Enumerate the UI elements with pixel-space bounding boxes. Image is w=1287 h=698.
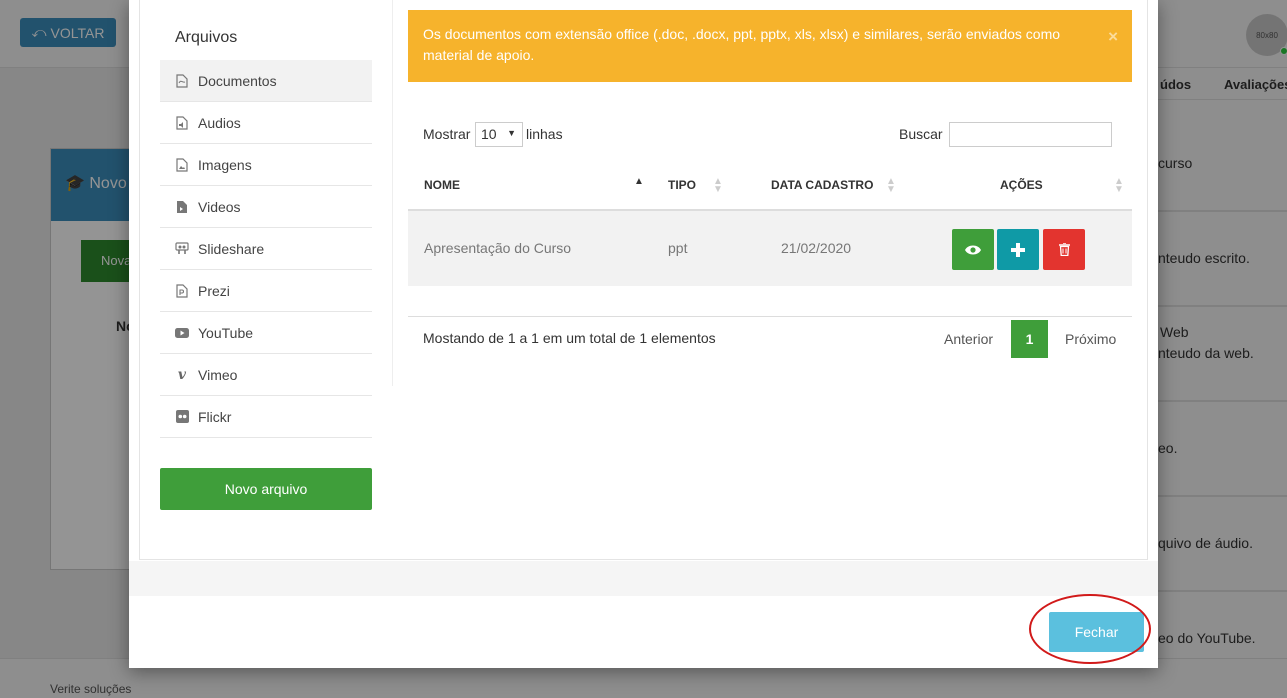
prezi-file-icon	[175, 283, 189, 298]
sidebar-divider	[392, 0, 393, 386]
pdf-file-icon	[175, 73, 189, 88]
sidebar-item-youtube[interactable]: YouTube	[160, 312, 372, 354]
sort-asc-icon[interactable]: ▲	[634, 177, 644, 187]
sidebar-item-label: Vimeo	[198, 366, 238, 383]
sidebar-item-label: YouTube	[198, 324, 254, 341]
warning-alert: Os documentos com extensão office (.doc,…	[408, 10, 1132, 82]
search-input[interactable]	[949, 122, 1112, 147]
sidebar-item-videos[interactable]: Videos	[160, 186, 372, 228]
sidebar-item-imagens[interactable]: Imagens	[160, 144, 372, 186]
flickr-icon	[175, 410, 189, 424]
close-icon[interactable]: ×	[1108, 26, 1118, 47]
sidebar-item-audios[interactable]: Audios	[160, 102, 372, 144]
sidebar-item-label: Imagens	[198, 156, 252, 173]
table-header: NOME ▲ TIPO ▲ ▼ DATA CADASTRO ▲ ▼ AÇÕES ▲ ▼	[408, 166, 1132, 211]
vimeo-icon: v	[177, 366, 187, 383]
sidebar-item-label: Videos	[198, 198, 241, 215]
sidebar-item-label: Flickr	[198, 408, 232, 425]
cell-date: 21/02/2020	[781, 240, 852, 256]
sidebar-title: Arquivos	[175, 29, 238, 46]
show-label: Mostrar	[423, 126, 471, 142]
file-type-list: Documentos Audios Imagens Videos Slidesh…	[160, 60, 372, 438]
delete-button[interactable]	[1043, 229, 1085, 270]
sidebar-item-label: Prezi	[198, 282, 230, 299]
sidebar-item-label: Slideshare	[198, 240, 265, 257]
files-modal: Arquivos Documentos Audios Imagens Video…	[129, 0, 1158, 668]
youtube-icon	[175, 326, 189, 340]
trash-icon	[1058, 243, 1070, 256]
slideshare-icon	[175, 241, 189, 256]
column-header-type[interactable]: TIPO	[668, 178, 696, 192]
sidebar-item-prezi[interactable]: Prezi	[160, 270, 372, 312]
table-footer-divider	[408, 316, 1132, 317]
sidebar-item-label: Documentos	[198, 72, 277, 89]
column-header-name[interactable]: NOME	[424, 178, 460, 192]
cell-name: Apresentação do Curso	[424, 240, 572, 256]
sort-icon[interactable]: ▲ ▼	[713, 177, 723, 195]
rows-label: linhas	[526, 126, 563, 142]
add-button[interactable]	[997, 229, 1039, 270]
rows-per-page-select[interactable]: 10 ▼	[475, 122, 523, 147]
video-file-icon	[175, 200, 189, 214]
eye-icon	[965, 245, 981, 254]
pagination-previous[interactable]: Anterior	[944, 331, 993, 347]
column-header-actions[interactable]: AÇÕES	[1000, 178, 1043, 192]
alert-text: Os documentos com extensão office (.doc,…	[423, 26, 1061, 63]
sidebar-item-flickr[interactable]: Flickr	[160, 396, 372, 438]
new-file-button[interactable]: Novo arquivo	[160, 468, 372, 510]
sort-icon[interactable]: ▲ ▼	[886, 177, 896, 195]
search-label: Buscar	[899, 126, 943, 142]
audio-file-icon	[175, 115, 189, 130]
pagination-page-1[interactable]: 1	[1011, 320, 1048, 358]
table-info: Mostando de 1 a 1 em um total de 1 eleme…	[423, 330, 716, 346]
column-header-date[interactable]: DATA CADASTRO	[771, 178, 873, 192]
view-button[interactable]	[952, 229, 994, 270]
rows-per-page-value: 10	[481, 126, 497, 142]
table-row: Apresentação do Curso ppt 21/02/2020	[408, 211, 1132, 286]
image-file-icon	[175, 157, 189, 172]
plus-icon	[1011, 242, 1025, 257]
sidebar-item-documentos[interactable]: Documentos	[160, 60, 372, 102]
sidebar-item-slideshare[interactable]: Slideshare	[160, 228, 372, 270]
modal-separator	[129, 561, 1158, 596]
cell-type: ppt	[668, 240, 688, 256]
highlight-ring	[1029, 594, 1151, 664]
pagination-next[interactable]: Próximo	[1065, 331, 1116, 347]
sidebar-item-vimeo[interactable]: v Vimeo	[160, 354, 372, 396]
sort-icon[interactable]: ▲ ▼	[1114, 177, 1124, 195]
sidebar-item-label: Audios	[198, 114, 241, 131]
caret-down-icon: ▼	[507, 128, 516, 138]
